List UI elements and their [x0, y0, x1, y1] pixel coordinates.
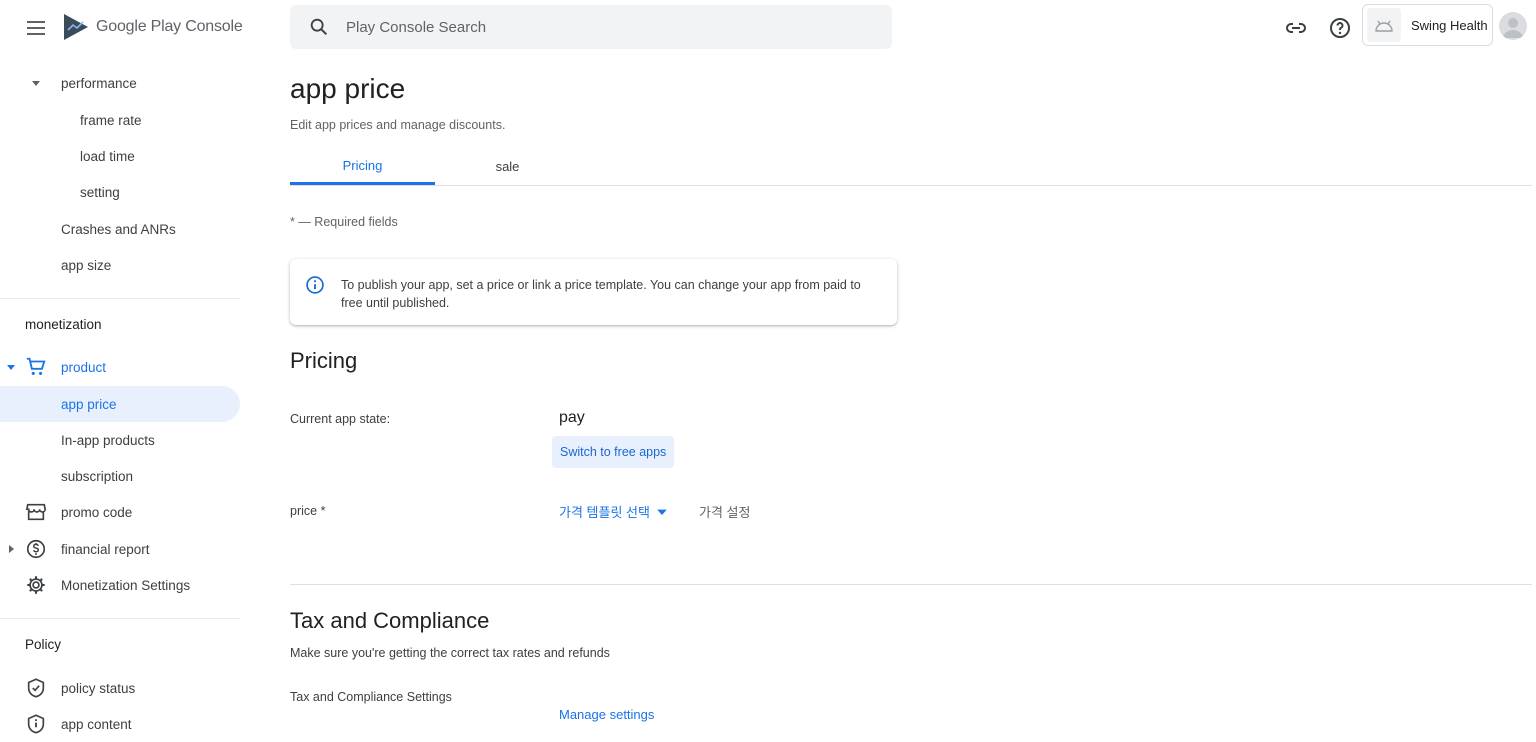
sidebar: performance frame rate load time setting…: [0, 56, 250, 734]
sidebar-item-subscription[interactable]: subscription: [0, 458, 240, 494]
manage-settings-link[interactable]: Manage settings: [559, 707, 654, 722]
page-title: app price: [290, 73, 406, 104]
shield-info-icon: [27, 714, 45, 734]
search-icon: [310, 18, 328, 36]
sidebar-item-label: performance: [61, 75, 137, 91]
switch-to-free-button[interactable]: Switch to free apps: [552, 436, 675, 468]
sidebar-item-promo-code[interactable]: promo code: [0, 494, 240, 530]
current-app-state-value: pay: [559, 409, 585, 426]
play-console-logo-icon: [64, 14, 88, 40]
sidebar-item-label: In-app products: [61, 432, 155, 448]
tax-settings-label: Tax and Compliance Settings: [290, 690, 452, 704]
caret-down-icon: [32, 81, 40, 86]
avatar[interactable]: [1499, 12, 1527, 40]
sidebar-item-label: frame rate: [80, 112, 142, 128]
help-icon[interactable]: [1328, 16, 1352, 40]
cart-icon: [26, 357, 46, 375]
sidebar-item-in-app-products[interactable]: In-app products: [0, 422, 240, 458]
sidebar-item-label: financial report: [61, 541, 150, 557]
gear-icon: [27, 576, 45, 594]
sidebar-item-label: app price: [61, 396, 117, 412]
account-name: Swing Health: [1411, 17, 1488, 33]
shield-check-icon: [27, 678, 45, 698]
price-template-dropdown[interactable]: 가격 템플릿 선택: [559, 502, 668, 521]
tax-section-subtitle: Make sure you're getting the correct tax…: [290, 646, 610, 660]
search-input[interactable]: [346, 18, 846, 36]
top-bar: Google Play Console Swing Health: [0, 0, 1536, 56]
dollar-icon: [26, 539, 46, 559]
price-setting-text: 가격 설정: [699, 505, 751, 520]
tab-sale[interactable]: sale: [435, 148, 580, 185]
sidebar-item-label: policy status: [61, 680, 136, 696]
required-fields-note: * — Required fields: [290, 215, 398, 229]
info-banner: To publish your app, set a price or link…: [290, 259, 897, 325]
sidebar-item-performance[interactable]: performance: [0, 65, 240, 101]
section-title-monetization: monetization: [25, 317, 102, 332]
caret-right-icon: [9, 545, 14, 553]
sidebar-item-label: promo code: [61, 504, 133, 520]
sidebar-item-label: setting: [80, 184, 120, 200]
sidebar-item-frame-rate[interactable]: frame rate: [0, 102, 240, 138]
section-divider: [290, 584, 1532, 585]
sidebar-item-label: product: [61, 359, 107, 375]
logo-text: Google Play Console: [96, 18, 243, 35]
sidebar-item-label: subscription: [61, 468, 134, 484]
search-bar[interactable]: [290, 5, 892, 49]
sidebar-divider: [0, 618, 240, 619]
sidebar-item-label: app size: [61, 257, 112, 273]
sidebar-item-label: Crashes and ANRs: [61, 221, 176, 237]
tab-pricing[interactable]: Pricing: [290, 148, 435, 185]
dropdown-arrow-icon: [657, 509, 667, 515]
sidebar-item-policy-status[interactable]: policy status: [0, 670, 240, 706]
android-icon: [1375, 20, 1393, 32]
main-content: app price Edit app prices and manage dis…: [290, 56, 1536, 734]
pricing-section-title: Pricing: [290, 348, 358, 373]
sidebar-item-product[interactable]: product: [0, 349, 240, 385]
page-subtitle: Edit app prices and manage discounts.: [290, 118, 506, 132]
play-console-logo[interactable]: Google Play Console: [62, 12, 243, 42]
account-switcher[interactable]: Swing Health: [1362, 4, 1493, 46]
avatar-icon: [1503, 18, 1523, 38]
tax-section-title: Tax and Compliance: [290, 608, 490, 633]
sidebar-item-app-size[interactable]: app size: [0, 247, 240, 283]
tab-bar: Pricing sale: [290, 148, 1532, 186]
sidebar-item-label: app content: [61, 716, 132, 732]
info-banner-text: To publish your app, set a price or link…: [341, 278, 861, 310]
sidebar-item-app-price[interactable]: app price: [0, 386, 240, 422]
current-app-state-label: Current app state:: [290, 412, 391, 426]
section-title-policy: Policy: [25, 637, 62, 652]
store-icon: [25, 503, 46, 521]
sidebar-item-financial-report[interactable]: financial report: [0, 531, 240, 567]
sidebar-item-load-time[interactable]: load time: [0, 138, 240, 174]
sidebar-item-app-content[interactable]: app content: [0, 706, 240, 742]
sidebar-item-monetization-settings[interactable]: Monetization Settings: [0, 567, 240, 603]
info-icon: [306, 276, 324, 294]
price-template-label: 가격 템플릿 선택: [559, 505, 650, 520]
sidebar-item-setting[interactable]: setting: [0, 174, 240, 210]
sidebar-item-crashes[interactable]: Crashes and ANRs: [0, 211, 240, 247]
menu-icon[interactable]: [24, 16, 48, 40]
sidebar-item-label: load time: [80, 148, 135, 164]
price-label: price *: [290, 504, 326, 518]
caret-down-icon: [7, 365, 15, 370]
app-icon: [1367, 8, 1401, 42]
sidebar-divider: [0, 298, 240, 299]
link-icon[interactable]: [1284, 16, 1308, 40]
sidebar-item-label: Monetization Settings: [61, 577, 191, 593]
